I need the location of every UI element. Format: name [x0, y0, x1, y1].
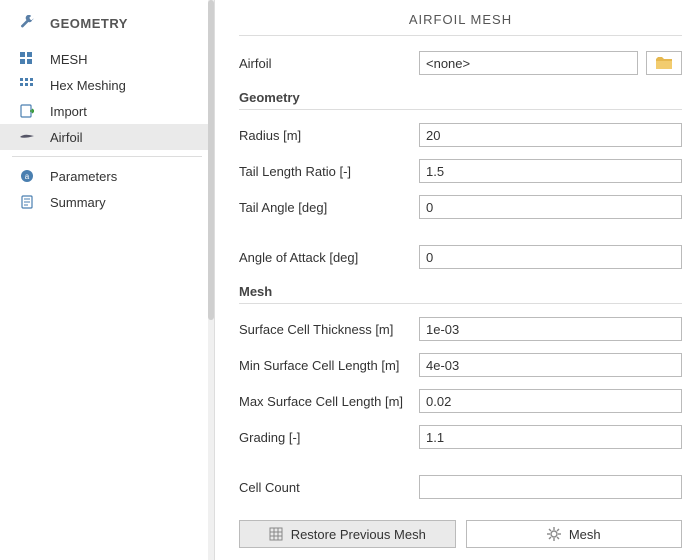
mesh-button-label: Mesh: [569, 527, 601, 542]
wrench-icon: [18, 14, 36, 32]
airfoil-label: Airfoil: [239, 56, 419, 71]
min-surf-label: Min Surface Cell Length [m]: [239, 358, 419, 373]
sidebar-item-label: Summary: [50, 195, 106, 210]
airfoil-icon: [18, 128, 36, 146]
surf-thick-input[interactable]: [419, 317, 682, 341]
browse-button[interactable]: [646, 51, 682, 75]
page-title: AIRFOIL MESH: [239, 0, 682, 35]
sidebar-item-label: MESH: [50, 52, 88, 67]
import-icon: [18, 102, 36, 120]
sidebar-item-mesh[interactable]: MESH: [0, 46, 214, 72]
sidebar-scrollbar[interactable]: [208, 0, 214, 560]
sidebar-item-label: Parameters: [50, 169, 117, 184]
sidebar-item-summary[interactable]: Summary: [0, 189, 214, 215]
tail-angle-input[interactable]: [419, 195, 682, 219]
sidebar-scrollbar-thumb[interactable]: [208, 0, 214, 320]
mesh-section-header: Mesh: [239, 284, 682, 304]
sidebar-item-airfoil[interactable]: Airfoil: [0, 124, 214, 150]
title-divider: [239, 35, 682, 36]
sidebar-header-geometry[interactable]: GEOMETRY: [0, 10, 214, 36]
main-panel: AIRFOIL MESH Airfoil Geometry Radius [m]…: [215, 0, 700, 560]
aoa-label: Angle of Attack [deg]: [239, 250, 419, 265]
max-surf-input[interactable]: [419, 389, 682, 413]
sidebar-header-label: GEOMETRY: [50, 16, 128, 31]
max-surf-label: Max Surface Cell Length [m]: [239, 394, 419, 409]
sidebar-item-parameters[interactable]: a Parameters: [0, 163, 214, 189]
radius-label: Radius [m]: [239, 128, 419, 143]
sidebar: GEOMETRY MESH Hex Meshing Import A: [0, 0, 215, 560]
airfoil-input[interactable]: [419, 51, 638, 75]
tail-length-input[interactable]: [419, 159, 682, 183]
mesh-grid-icon: [18, 50, 36, 68]
sidebar-item-label: Import: [50, 104, 87, 119]
cell-count-input[interactable]: [419, 475, 682, 499]
sidebar-item-import[interactable]: Import: [0, 98, 214, 124]
mesh-button[interactable]: Mesh: [466, 520, 683, 548]
parameters-icon: a: [18, 167, 36, 185]
cell-count-label: Cell Count: [239, 480, 419, 495]
tail-length-label: Tail Length Ratio [-]: [239, 164, 419, 179]
restore-button-label: Restore Previous Mesh: [291, 527, 426, 542]
restore-previous-mesh-button[interactable]: Restore Previous Mesh: [239, 520, 456, 548]
summary-icon: [18, 193, 36, 211]
sidebar-item-label: Airfoil: [50, 130, 83, 145]
geometry-section-header: Geometry: [239, 90, 682, 110]
grading-label: Grading [-]: [239, 430, 419, 445]
tail-angle-label: Tail Angle [deg]: [239, 200, 419, 215]
aoa-input[interactable]: [419, 245, 682, 269]
folder-icon: [656, 57, 672, 69]
sidebar-item-hex-meshing[interactable]: Hex Meshing: [0, 72, 214, 98]
gear-icon: [547, 527, 561, 541]
svg-text:a: a: [25, 172, 30, 181]
surf-thick-label: Surface Cell Thickness [m]: [239, 322, 419, 337]
hex-mesh-icon: [18, 76, 36, 94]
sidebar-separator: [12, 156, 202, 157]
grading-input[interactable]: [419, 425, 682, 449]
radius-input[interactable]: [419, 123, 682, 147]
sidebar-item-label: Hex Meshing: [50, 78, 126, 93]
restore-mesh-icon: [269, 527, 283, 541]
min-surf-input[interactable]: [419, 353, 682, 377]
